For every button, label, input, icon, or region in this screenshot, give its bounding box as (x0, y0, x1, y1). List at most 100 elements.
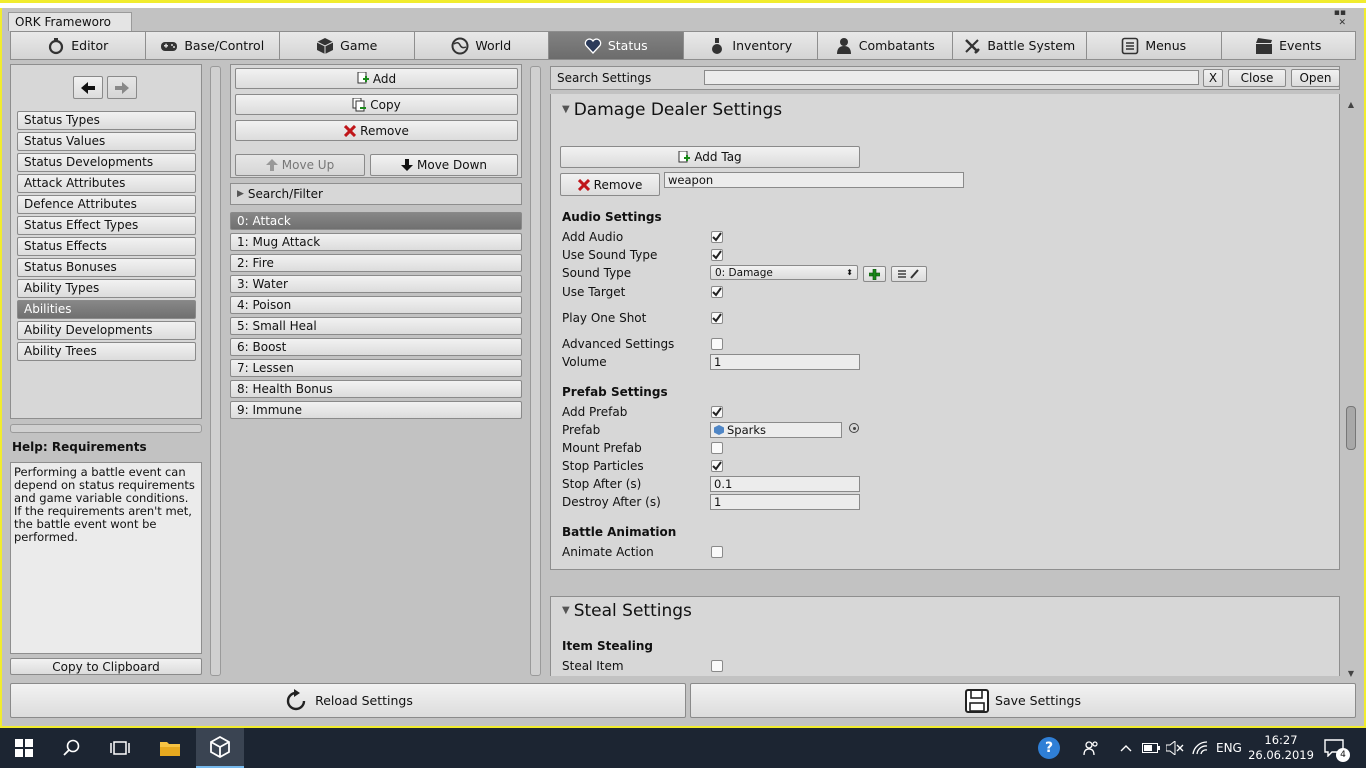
tab-editor[interactable]: Editor (10, 31, 145, 60)
play-one-shot-checkbox[interactable] (711, 312, 723, 324)
add-sound-type-button[interactable] (863, 266, 886, 282)
language-indicator[interactable]: ENG (1216, 728, 1242, 768)
list-item[interactable]: 4: Poison (230, 296, 522, 314)
sidebar-h-scrollbar[interactable] (10, 424, 202, 433)
steal-settings-foldout[interactable]: ▼ Steal Settings (562, 601, 692, 621)
list-item[interactable]: 7: Lessen (230, 359, 522, 377)
reload-settings-button[interactable]: Reload Settings (10, 683, 686, 718)
sidebar-item-ability-trees[interactable]: Ability Trees (17, 342, 196, 361)
copy-button[interactable]: Copy (235, 94, 518, 115)
open-button[interactable]: Open (1291, 69, 1340, 87)
window-controls[interactable]: ▪▪ ✕ (1326, 8, 1346, 30)
list-item[interactable]: 2: Fire (230, 254, 522, 272)
scroll-down-icon[interactable]: ▼ (1345, 669, 1357, 678)
settings-v-scrollbar[interactable]: ▲ ▼ (1345, 100, 1357, 678)
action-center-button[interactable]: 4 (1324, 728, 1350, 768)
foldout-arrow-icon: ▼ (562, 104, 570, 115)
list-item[interactable]: 3: Water (230, 275, 522, 293)
tab-label: World (475, 38, 512, 53)
save-label: Save Settings (995, 693, 1081, 708)
list-v-scrollbar[interactable] (530, 66, 541, 676)
save-settings-button[interactable]: Save Settings (690, 683, 1356, 718)
list-item[interactable]: 1: Mug Attack (230, 233, 522, 251)
advanced-settings-checkbox[interactable] (711, 338, 723, 350)
tab-world[interactable]: World (413, 31, 548, 60)
windows-start-button[interactable] (0, 728, 48, 768)
sidebar-item-status-types[interactable]: Status Types (17, 111, 196, 130)
list-item[interactable]: 0: Attack (230, 212, 522, 230)
search-taskbar-button[interactable] (48, 728, 96, 768)
tab-base-control[interactable]: Base/Control (144, 31, 279, 60)
unity-taskbar-button[interactable] (196, 728, 244, 768)
add-audio-checkbox[interactable] (711, 231, 723, 243)
tab-status[interactable]: Status (548, 31, 683, 60)
stop-particles-checkbox[interactable] (711, 460, 723, 472)
help-tray-icon[interactable]: ? (1038, 728, 1060, 768)
close-icon[interactable]: ✕ (1326, 18, 1346, 28)
list-item[interactable]: 9: Immune (230, 401, 522, 419)
add-tag-button[interactable]: Add Tag (560, 146, 860, 168)
task-view-button[interactable] (96, 728, 144, 768)
use-target-checkbox[interactable] (711, 286, 723, 298)
sidebar-item-status-values[interactable]: Status Values (17, 132, 196, 151)
clock[interactable]: 16:27 26.06.2019 (1248, 728, 1314, 768)
clear-search-button[interactable]: X (1203, 69, 1223, 87)
list-item[interactable]: 5: Small Heal (230, 317, 522, 335)
object-picker-icon[interactable] (849, 423, 859, 433)
scrollbar-thumb[interactable] (1346, 406, 1356, 450)
stop-after-field[interactable]: 0.1 (710, 476, 860, 492)
damage-dealer-foldout[interactable]: ▼ Damage Dealer Settings (562, 100, 782, 120)
people-tray-icon[interactable] (1083, 728, 1099, 768)
sidebar-item-defence-attributes[interactable]: Defence Attributes (17, 195, 196, 214)
back-button[interactable] (73, 76, 103, 99)
sidebar-item-attack-attributes[interactable]: Attack Attributes (17, 174, 196, 193)
add-button[interactable]: Add (235, 68, 518, 89)
prefab-field[interactable]: Sparks (710, 422, 842, 438)
sound-type-dropdown[interactable]: 0: Damage ⬍ (710, 265, 858, 280)
window-tab[interactable]: ORK Frameworo (8, 12, 132, 31)
sidebar-item-ability-types[interactable]: Ability Types (17, 279, 196, 298)
file-explorer-button[interactable] (146, 728, 194, 768)
tab-inventory[interactable]: Inventory (682, 31, 817, 60)
tag-field[interactable]: weapon (664, 172, 964, 188)
remove-button[interactable]: Remove (235, 120, 518, 141)
sidebar-item-ability-developments[interactable]: Ability Developments (17, 321, 196, 340)
add-prefab-checkbox[interactable] (711, 406, 723, 418)
sidebar-item-status-bonuses[interactable]: Status Bonuses (17, 258, 196, 277)
scroll-up-icon[interactable]: ▲ (1345, 100, 1357, 109)
list-item[interactable]: 8: Health Bonus (230, 380, 522, 398)
close-button[interactable]: Close (1228, 69, 1286, 87)
tab-menus[interactable]: Menus (1086, 31, 1221, 60)
mount-prefab-checkbox[interactable] (711, 442, 723, 454)
sidebar-item-abilities[interactable]: Abilities (17, 300, 196, 319)
tab-events[interactable]: Events (1220, 31, 1356, 60)
search-settings-input[interactable] (704, 70, 1199, 85)
network-tray-icon[interactable] (1192, 728, 1208, 768)
forward-button[interactable] (107, 76, 137, 99)
remove-tag-button[interactable]: Remove (560, 173, 660, 196)
sidebar-item-status-effect-types[interactable]: Status Effect Types (17, 216, 196, 235)
move-down-button[interactable]: Move Down (370, 154, 518, 176)
sidebar-item-status-effects[interactable]: Status Effects (17, 237, 196, 256)
tray-overflow-icon[interactable] (1120, 728, 1132, 768)
tab-label: Battle System (987, 38, 1076, 53)
search-filter-foldout[interactable]: ▶ Search/Filter (230, 183, 522, 205)
sidebar-v-scrollbar[interactable] (210, 66, 221, 676)
use-sound-type-checkbox[interactable] (711, 249, 723, 261)
tab-game[interactable]: Game (279, 31, 414, 60)
destroy-after-field[interactable]: 1 (710, 494, 860, 510)
copy-to-clipboard-button[interactable]: Copy to Clipboard (10, 658, 202, 675)
main-tabbar: Editor Base/Control Game World Status In… (10, 31, 1356, 60)
tab-battle-system[interactable]: Battle System (951, 31, 1086, 60)
volume-field[interactable]: 1 (710, 354, 860, 370)
edit-sound-type-button[interactable] (891, 266, 927, 282)
menu-icon[interactable]: ▪▪ (1326, 8, 1346, 18)
sidebar-item-status-developments[interactable]: Status Developments (17, 153, 196, 172)
tab-combatants[interactable]: Combatants (817, 31, 952, 60)
move-up-button[interactable]: Move Up (235, 154, 365, 176)
list-item[interactable]: 6: Boost (230, 338, 522, 356)
steal-item-checkbox[interactable] (711, 660, 723, 672)
animate-action-checkbox[interactable] (711, 546, 723, 558)
volume-tray-icon[interactable] (1166, 728, 1184, 768)
battery-tray-icon[interactable] (1142, 728, 1160, 768)
